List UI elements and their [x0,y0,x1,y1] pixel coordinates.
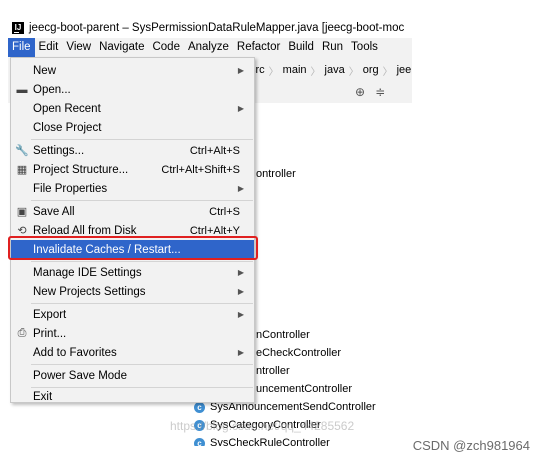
menu-settings[interactable]: 🔧 Settings... Ctrl+Alt+S [11,141,254,160]
window-title: jeecg-boot-parent – SysPermissionDataRul… [29,22,405,34]
menu-item-label: Close Project [33,121,102,134]
menu-refactor[interactable]: Refactor [233,38,284,57]
menu-item-label: Power Save Mode [33,369,127,382]
menu-item-label: Print... [33,327,67,340]
menu-new-projects-settings[interactable]: New Projects Settings ▶ [11,282,254,301]
menu-separator [31,261,253,262]
menu-item-label: Export [33,308,67,321]
menu-separator [31,200,253,201]
menu-separator [31,364,253,365]
tree-item-label: SysCheckRuleController [210,437,330,446]
menu-separator [31,303,253,304]
shortcut-label: Ctrl+Alt+S [189,144,240,157]
submenu-arrow-icon: ▶ [237,310,244,319]
menu-item-label: Settings... [33,144,85,157]
title-bar: IJ jeecg-boot-parent – SysPermissionData… [8,18,412,38]
printer-icon: ⎙ [17,327,27,339]
tree-item[interactable]: ontroller [256,165,296,183]
submenu-arrow-icon: ▶ [237,104,244,113]
menu-project-structure[interactable]: ▦ Project Structure... Ctrl+Alt+Shift+S [11,160,254,179]
csdn-credit: CSDN @zch981964 [412,438,530,453]
project-toolbar: ⊕ ≑ [250,81,412,103]
locate-icon[interactable]: ⊕ [355,85,365,99]
breadcrumb-item[interactable]: java [325,64,345,76]
intellij-app-icon: IJ [12,22,24,34]
menu-tools[interactable]: Tools [347,38,382,57]
tree-item[interactable]: ntroller [256,362,290,380]
chevron-right-icon: 〉 [348,66,359,78]
file-menu-dropdown: New ▶ ▬ Open... Open Recent ▶ Close Proj… [10,57,255,403]
project-structure-icon: ▦ [16,164,28,176]
save-icon: ▣ [16,206,28,218]
menu-open[interactable]: ▬ Open... [11,80,254,99]
menu-separator [31,139,253,140]
menu-item-label: Open Recent [33,102,101,115]
shortcut-label: Ctrl+S [209,205,240,218]
menu-build[interactable]: Build [284,38,318,57]
menu-power-save-mode[interactable]: Power Save Mode [11,366,254,385]
menu-print[interactable]: ⎙ Print... [11,324,254,343]
watermark: https://blog.csdn.net/qq_44285562 [170,419,355,433]
menu-export[interactable]: Export ▶ [11,305,254,324]
menu-new[interactable]: New ▶ [11,61,254,80]
menu-add-to-favorites[interactable]: Add to Favorites ▶ [11,343,254,362]
menu-navigate[interactable]: Navigate [95,38,148,57]
breadcrumb: src 〉 main 〉 java 〉 org 〉 jee [250,59,412,81]
menu-edit[interactable]: Edit [35,38,63,57]
menu-item-label: Exit [33,390,53,403]
submenu-arrow-icon: ▶ [237,184,244,193]
chevron-right-icon: 〉 [382,66,393,78]
menu-exit[interactable]: Exit [11,387,254,406]
tree-item[interactable]: eCheckController [256,344,341,362]
breadcrumb-item[interactable]: main [283,64,307,76]
menu-item-label: New [33,64,57,77]
menu-run[interactable]: Run [318,38,347,57]
class-icon: c [194,437,205,446]
menu-save-all[interactable]: ▣ Save All Ctrl+S [11,202,254,221]
menu-bar: File Edit View Navigate Code Analyze Ref… [8,38,412,57]
collapse-all-icon[interactable]: ≑ [375,85,385,99]
menu-item-label: Project Structure... [33,163,129,176]
menu-close-project[interactable]: Close Project [11,118,254,137]
tree-item[interactable]: uncementController [256,380,352,398]
menu-open-recent[interactable]: Open Recent ▶ [11,99,254,118]
menu-analyze[interactable]: Analyze [184,38,233,57]
menu-manage-ide-settings[interactable]: Manage IDE Settings ▶ [11,263,254,282]
menu-file[interactable]: File [8,38,35,57]
tree-item[interactable]: c SysCheckRuleController [194,434,330,446]
annotation-highlight-box [8,236,258,260]
menu-item-label: Add to Favorites [33,346,117,359]
chevron-right-icon: 〉 [310,66,321,78]
menu-file-properties[interactable]: File Properties ▶ [11,179,254,198]
shortcut-label: Ctrl+Alt+Y [189,224,240,237]
breadcrumb-item[interactable]: jee [397,64,412,76]
tree-item[interactable]: nController [256,326,310,344]
submenu-arrow-icon: ▶ [237,348,244,357]
menu-item-label: File Properties [33,182,108,195]
menu-view[interactable]: View [62,38,95,57]
wrench-icon: 🔧 [15,145,29,157]
menu-code[interactable]: Code [148,38,184,57]
folder-icon: ▬ [16,83,28,96]
menu-item-label: Save All [33,205,75,218]
submenu-arrow-icon: ▶ [237,268,244,277]
submenu-arrow-icon: ▶ [237,66,244,75]
menu-item-label: New Projects Settings [33,285,146,298]
chevron-right-icon: 〉 [268,66,279,78]
menu-item-label: Manage IDE Settings [33,266,142,279]
submenu-arrow-icon: ▶ [237,287,244,296]
shortcut-label: Ctrl+Alt+Shift+S [161,163,240,176]
menu-item-label: Open... [33,83,71,96]
breadcrumb-item[interactable]: org [363,64,379,76]
menu-item-label: Reload All from Disk [33,224,137,237]
